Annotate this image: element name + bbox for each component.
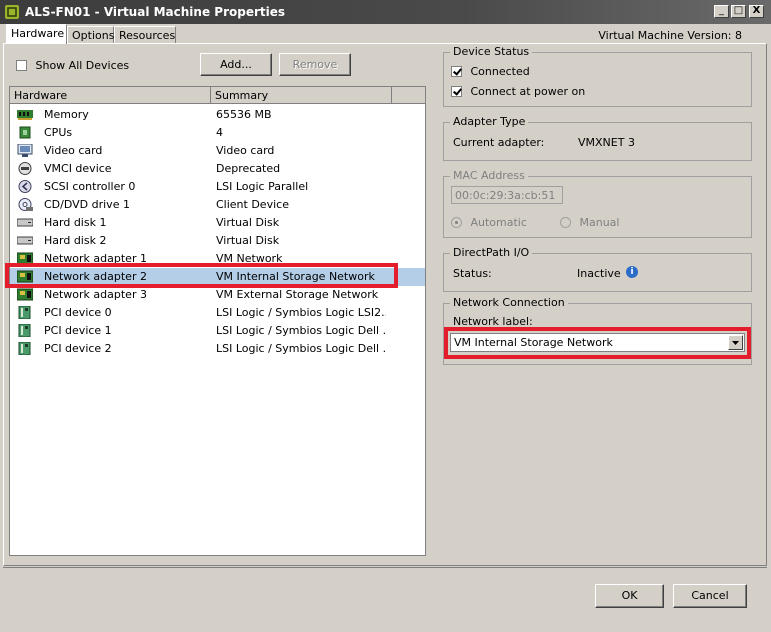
hardware-row-pci-device-1[interactable]: PCI device 1 LSI Logic / Symbios Logic D… xyxy=(10,322,425,340)
hardware-row-pci-device-2[interactable]: PCI device 2 LSI Logic / Symbios Logic D… xyxy=(10,340,425,358)
pci-icon xyxy=(18,324,31,337)
hardware-name: VMCI device xyxy=(44,162,112,175)
hardware-summary: Video card xyxy=(216,144,275,157)
hardware-summary: Virtual Disk xyxy=(216,234,280,247)
hardware-summary: LSI Logic / Symbios Logic Dell ... xyxy=(216,324,386,337)
network-connection-legend: Network Connection xyxy=(450,296,568,309)
mac-address-legend: MAC Address xyxy=(450,169,528,182)
hardware-name: Hard disk 1 xyxy=(44,216,107,229)
cancel-button[interactable]: Cancel xyxy=(673,584,747,608)
vmci-icon xyxy=(18,162,32,175)
close-button[interactable]: X xyxy=(749,5,764,18)
hardware-name: Video card xyxy=(44,144,103,157)
hardware-name: Hard disk 2 xyxy=(44,234,107,247)
hardware-name: CPUs xyxy=(44,126,73,139)
directpath-status-label: Status: xyxy=(453,267,492,280)
hardware-summary: LSI Logic Parallel xyxy=(216,180,309,193)
tab-resources[interactable]: Resources xyxy=(114,26,176,43)
disk-icon xyxy=(17,236,33,245)
hardware-summary: 4 xyxy=(216,126,223,139)
column-header-hardware[interactable]: Hardware xyxy=(10,87,211,104)
connect-at-power-on-checkbox[interactable] xyxy=(451,85,462,97)
ok-button[interactable]: OK xyxy=(595,584,664,608)
connected-checkbox-wrap[interactable]: Connected xyxy=(451,64,530,78)
hardware-row-vmci-device[interactable]: VMCI device Deprecated xyxy=(10,160,425,178)
device-status-legend: Device Status xyxy=(450,45,533,58)
hardware-name: PCI device 2 xyxy=(44,342,112,355)
connected-checkbox[interactable] xyxy=(451,65,462,77)
column-header-filler xyxy=(392,87,425,104)
show-all-devices-checkbox[interactable] xyxy=(16,59,27,71)
hardware-row-hard-disk-1[interactable]: Hard disk 1 Virtual Disk xyxy=(10,214,425,232)
automatic-radio-wrap[interactable]: Automatic xyxy=(451,215,527,229)
hardware-summary: LSI Logic / Symbios Logic Dell ... xyxy=(216,342,386,355)
hardware-name: CD/DVD drive 1 xyxy=(44,198,130,211)
hardware-row-hard-disk-2[interactable]: Hard disk 2 Virtual Disk xyxy=(10,232,425,250)
pci-icon xyxy=(18,306,31,319)
hardware-summary: Client Device xyxy=(216,198,289,211)
tab-options[interactable]: Options xyxy=(67,26,114,43)
hardware-row-cd-dvd-drive[interactable]: CD/DVD drive 1 Client Device xyxy=(10,196,425,214)
hardware-name: Memory xyxy=(44,108,89,121)
automatic-label: Automatic xyxy=(470,215,527,229)
scsi-icon xyxy=(18,180,32,193)
manual-radio-wrap[interactable]: Manual xyxy=(560,215,619,229)
manual-radio[interactable] xyxy=(560,216,571,228)
hardware-row-cpus[interactable]: CPUs 4 xyxy=(10,124,425,142)
monitor-icon xyxy=(17,144,33,157)
hardware-row-network-adapter-3[interactable]: Network adapter 3 VM External Storage Ne… xyxy=(10,286,425,304)
memory-icon xyxy=(17,110,33,120)
hardware-summary: VM External Storage Network xyxy=(216,288,379,301)
cd-icon xyxy=(18,198,33,211)
hardware-name: Network adapter 3 xyxy=(44,288,147,301)
automatic-radio[interactable] xyxy=(451,216,462,228)
cpu-icon xyxy=(19,126,31,139)
tab-hardware[interactable]: Hardware xyxy=(6,24,67,44)
current-adapter-value: VMXNET 3 xyxy=(578,136,635,149)
hardware-row-video-card[interactable]: Video card Video card xyxy=(10,142,425,160)
maximize-button[interactable]: □ xyxy=(731,5,746,18)
title-bar[interactable]: ALS-FN01 - Virtual Machine Properties _ … xyxy=(0,0,771,24)
remove-button[interactable]: Remove xyxy=(279,53,351,76)
hardware-list[interactable]: Hardware Summary Memory 65536 MB CPUs 4 … xyxy=(9,86,426,556)
hardware-row-memory[interactable]: Memory 65536 MB xyxy=(10,106,425,124)
directpath-status-value: Inactive xyxy=(577,267,621,280)
vm-version-label: Virtual Machine Version: 8 xyxy=(598,29,742,42)
hardware-name: PCI device 0 xyxy=(44,306,112,319)
vm-properties-window: ALS-FN01 - Virtual Machine Properties _ … xyxy=(0,0,771,632)
pci-icon xyxy=(18,342,31,355)
show-all-devices-label: Show All Devices xyxy=(35,58,130,72)
window-title: ALS-FN01 - Virtual Machine Properties xyxy=(25,5,286,19)
manual-label: Manual xyxy=(579,215,620,229)
vmware-app-icon xyxy=(5,5,19,19)
minimize-button[interactable]: _ xyxy=(714,5,729,18)
add-button[interactable]: Add... xyxy=(200,53,272,76)
disk-icon xyxy=(17,218,33,227)
column-header-summary[interactable]: Summary xyxy=(211,87,392,104)
mac-address-field[interactable]: 00:0c:29:3a:cb:51 xyxy=(451,186,563,204)
connected-label: Connected xyxy=(470,64,530,78)
hardware-summary: Virtual Disk xyxy=(216,216,280,229)
info-icon[interactable]: i xyxy=(626,266,638,278)
hardware-row-pci-device-0[interactable]: PCI device 0 LSI Logic / Symbios Logic L… xyxy=(10,304,425,322)
hardware-summary: LSI Logic / Symbios Logic LSI2... xyxy=(216,306,386,319)
connect-at-power-on-label: Connect at power on xyxy=(470,84,586,98)
hardware-summary: Deprecated xyxy=(216,162,281,175)
hardware-name: SCSI controller 0 xyxy=(44,180,136,193)
footer-divider xyxy=(3,567,767,568)
highlight-box-selected-row xyxy=(5,263,398,288)
show-all-devices-checkbox-wrap[interactable]: Show All Devices xyxy=(16,58,129,72)
connect-at-power-on-checkbox-wrap[interactable]: Connect at power on xyxy=(451,84,585,98)
device-status-group: Device Status xyxy=(443,45,752,107)
hardware-name: PCI device 1 xyxy=(44,324,112,337)
directpath-legend: DirectPath I/O xyxy=(450,246,533,259)
hardware-row-scsi-controller[interactable]: SCSI controller 0 LSI Logic Parallel xyxy=(10,178,425,196)
highlight-box-network-label xyxy=(444,327,751,359)
adapter-type-legend: Adapter Type xyxy=(450,115,529,128)
current-adapter-label: Current adapter: xyxy=(453,136,545,149)
hardware-summary: 65536 MB xyxy=(216,108,272,121)
nic-icon xyxy=(17,288,33,301)
